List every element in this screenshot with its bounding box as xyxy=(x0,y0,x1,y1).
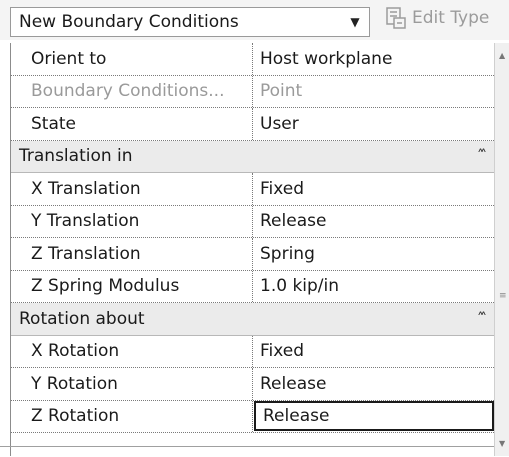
edit-type-label: Edit Type xyxy=(412,8,490,28)
property-name: Z Spring Modulus xyxy=(11,270,253,302)
property-name: Y Rotation xyxy=(11,368,253,400)
group-title: Translation in xyxy=(19,146,133,167)
properties-grid: Orient to Host workplane Boundary Conditio… xyxy=(10,43,494,456)
property-row[interactable]: Z Translation Spring xyxy=(11,238,494,271)
property-name: Boundary Conditions... xyxy=(11,75,253,107)
property-value[interactable]: Release xyxy=(253,368,494,400)
chevron-down-icon[interactable]: ▼ xyxy=(341,15,369,29)
property-row[interactable]: State User xyxy=(11,108,494,141)
edit-type-icon xyxy=(386,7,406,29)
property-name: X Translation xyxy=(11,173,253,205)
property-name: Orient to xyxy=(11,43,253,75)
property-name: Z Translation xyxy=(11,238,253,270)
property-value[interactable]: Spring xyxy=(253,238,494,270)
property-name: State xyxy=(11,108,253,140)
scroll-grip-icon[interactable]: ≡ xyxy=(499,291,507,301)
property-row[interactable]: Orient to Host workplane xyxy=(11,43,494,76)
property-value-input[interactable]: Release xyxy=(254,401,494,432)
property-value[interactable]: 1.0 kip/in xyxy=(253,271,494,303)
type-selector-label: New Boundary Conditions xyxy=(19,12,239,32)
property-row[interactable]: Y Translation Release xyxy=(11,205,494,238)
property-row[interactable]: Boundary Conditions... Point xyxy=(11,75,494,108)
group-title: Rotation about xyxy=(19,308,145,329)
group-header[interactable]: Translation in ˄˄ xyxy=(11,140,494,173)
property-name: Y Translation xyxy=(11,205,253,237)
scroll-up-icon[interactable]: ▲ xyxy=(499,51,505,60)
property-name: X Rotation xyxy=(11,335,253,367)
property-row[interactable]: X Rotation Fixed xyxy=(11,335,494,368)
collapse-chevron-up-icon[interactable]: ˄˄ xyxy=(466,148,494,164)
divider xyxy=(0,446,494,447)
edit-type-button[interactable]: Edit Type xyxy=(386,7,489,29)
property-name: Z Rotation xyxy=(11,400,253,432)
properties-header: New Boundary Conditions ▼ Edit Type xyxy=(0,0,509,40)
collapse-chevron-up-icon[interactable]: ˄˄ xyxy=(466,311,494,327)
scroll-down-icon[interactable]: ▼ xyxy=(499,439,505,448)
type-selector-dropdown[interactable]: New Boundary Conditions ▼ xyxy=(10,7,370,37)
vertical-scrollbar[interactable]: ▲ ≡ ▼ xyxy=(494,43,509,456)
group-header[interactable]: Rotation about ˄˄ xyxy=(11,303,494,336)
property-value[interactable]: Fixed xyxy=(253,173,494,205)
property-row[interactable]: X Translation Fixed xyxy=(11,173,494,206)
property-value[interactable]: Release xyxy=(253,206,494,238)
property-row[interactable]: Y Rotation Release xyxy=(11,368,494,401)
property-value[interactable]: Fixed xyxy=(253,336,494,368)
property-value[interactable]: Host workplane xyxy=(253,43,494,75)
property-row[interactable]: Z Rotation Release xyxy=(11,400,494,433)
property-value: Point xyxy=(260,81,303,102)
property-value[interactable]: User xyxy=(253,108,494,140)
property-row[interactable]: Z Spring Modulus 1.0 kip/in xyxy=(11,270,494,303)
